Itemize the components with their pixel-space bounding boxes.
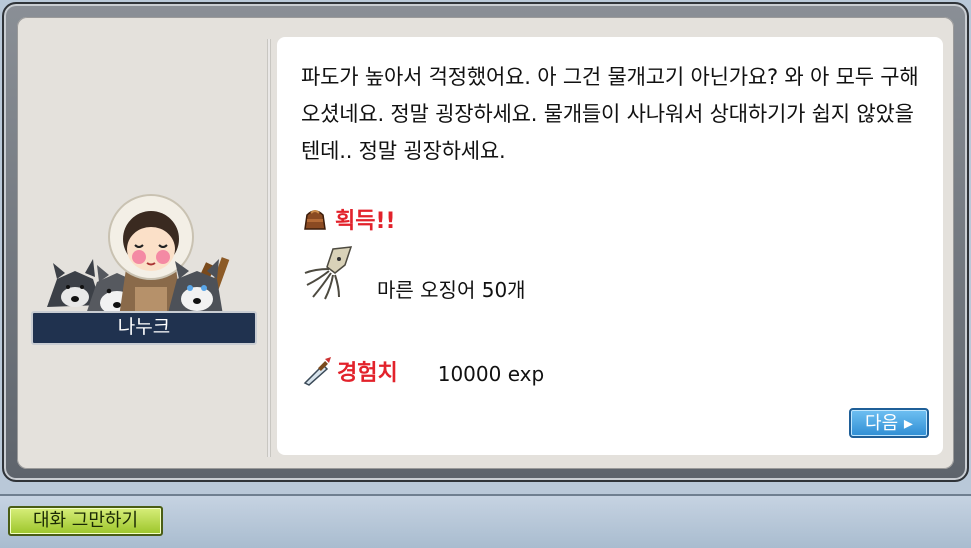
exp-value: 10000 exp [437,362,545,386]
sword-icon [301,355,333,387]
end-chat-button[interactable]: 대화 그만하기 [8,506,163,536]
obtain-label: 획득!! [335,209,396,234]
exp-label: 경험치 [337,361,398,386]
npc-name-plate: 나누크 [31,311,257,345]
obtain-header: 획득!! [301,203,396,235]
dialog-inner-panel: 나누크 파도가 높아서 걱정했어요. 아 그건 물개고기 아닌가요? 와 아 모… [17,17,954,469]
reward-item-name: 마른 오징어 50개 [377,277,526,302]
bottom-bar: 대화 그만하기 [0,494,971,548]
dialog-message: 파도가 높아서 걱정했어요. 아 그건 물개고기 아닌가요? 와 아 모두 구해… [301,65,919,163]
dialog-text-panel: 파도가 높아서 걱정했어요. 아 그건 물개고기 아닌가요? 와 아 모두 구해… [277,37,943,455]
exp-reward: 경험치 10000 exp [301,355,544,387]
next-button[interactable]: 다음 ▸ [849,408,929,438]
panel-divider [267,39,271,457]
dried-squid-icon [299,243,359,303]
npc-dialog-window: 나누크 파도가 높아서 걱정했어요. 아 그건 물개고기 아닌가요? 와 아 모… [2,2,969,482]
reward-item: 마른 오징어 50개 [299,243,526,303]
bag-icon [301,205,329,233]
